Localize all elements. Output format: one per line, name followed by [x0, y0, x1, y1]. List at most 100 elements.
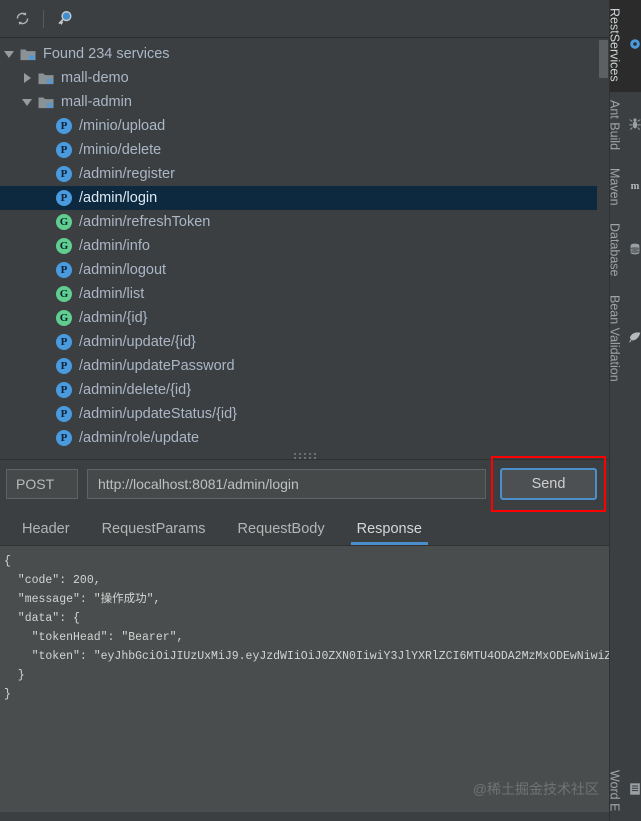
tab-response[interactable]: Response	[347, 521, 432, 545]
word-icon	[628, 781, 641, 797]
send-button-area: Send	[491, 456, 606, 512]
tool-tab-restservices[interactable]: RestServices	[608, 0, 641, 92]
method-post-icon: P	[56, 334, 72, 350]
tree-endpoint[interactable]: P/admin/logout	[0, 258, 609, 282]
tree-module-mall-admin-label: mall-admin	[61, 94, 132, 110]
search-icon[interactable]	[51, 6, 79, 32]
method-post-icon: P	[54, 428, 74, 448]
tool-tab-label: Ant Build	[607, 99, 622, 150]
tree-endpoint-label: /minio/upload	[79, 118, 166, 134]
request-bar: POST http://localhost:8081/admin/login S…	[0, 456, 609, 512]
method-get-icon: G	[54, 212, 74, 232]
tab-requestbody[interactable]: RequestBody	[228, 521, 335, 545]
tree-module-mall-admin[interactable]: mall-admin	[0, 90, 609, 114]
tree-endpoint[interactable]: P/admin/delete/{id}	[0, 378, 609, 402]
tree-endpoint[interactable]: P/admin/updatePassword	[0, 354, 609, 378]
watermark-text: @稀土掘金技术社区	[472, 781, 599, 797]
method-post-icon: P	[54, 380, 74, 400]
tree-endpoint[interactable]: P/admin/updateStatus/{id}	[0, 402, 609, 426]
tree-endpoint-label: /admin/{id}	[79, 310, 148, 326]
method-post-icon: P	[56, 190, 72, 206]
method-post-icon: P	[54, 260, 74, 280]
tree-endpoint[interactable]: P/admin/role/update	[0, 426, 609, 448]
tree-endpoint-label: /admin/list	[79, 286, 145, 302]
tool-tab-bean-validation[interactable]: Bean Validation	[607, 287, 641, 392]
url-input[interactable]: http://localhost:8081/admin/login	[87, 469, 486, 499]
tree-endpoint[interactable]: G/admin/refreshToken	[0, 210, 609, 234]
method-post-icon: P	[56, 358, 72, 374]
tree-endpoint-label: /admin/updatePassword	[79, 358, 235, 374]
response-panel: { "code": 200, "message": "操作成功", "data"…	[0, 546, 609, 821]
tree-endpoint-label: /admin/updateStatus/{id}	[79, 406, 238, 422]
tree-endpoint[interactable]: P/minio/upload	[0, 114, 609, 138]
method-get-icon: G	[56, 286, 72, 302]
tree-root-found-services[interactable]: Found 234 services	[0, 42, 609, 66]
tool-tab-database[interactable]: Database	[608, 215, 641, 287]
method-post-icon: P	[56, 430, 72, 446]
method-post-icon: P	[54, 332, 74, 352]
bean-validation-icon	[628, 329, 641, 345]
tree-endpoint-label: /admin/refreshToken	[79, 214, 211, 230]
tool-tab-word-e[interactable]: Word E	[608, 762, 641, 821]
services-tree[interactable]: Found 234 services mall-demo mall-admin P…	[0, 38, 609, 448]
tab-requestparams[interactable]: RequestParams	[92, 521, 216, 545]
response-bottom-bar	[0, 812, 609, 821]
tool-tab-label: Bean Validation	[607, 294, 622, 382]
send-button[interactable]: Send	[500, 468, 597, 500]
tree-module-mall-demo-label: mall-demo	[61, 70, 129, 86]
method-post-icon: P	[54, 188, 74, 208]
tree-endpoint[interactable]: G/admin/info	[0, 234, 609, 258]
tree-endpoint[interactable]: P/admin/login	[0, 186, 609, 210]
expand-collapse-icon[interactable]	[18, 90, 36, 114]
panel-splitter[interactable]	[0, 448, 609, 460]
tree-endpoint[interactable]: P/minio/delete	[0, 138, 609, 162]
toolbar-divider	[43, 9, 44, 28]
http-method-select[interactable]: POST	[6, 469, 78, 499]
expand-collapse-icon[interactable]	[0, 42, 18, 66]
tree-endpoint-label: /admin/register	[79, 166, 175, 182]
folder-module-icon	[36, 92, 56, 112]
tree-endpoint[interactable]: P/admin/register	[0, 162, 609, 186]
tree-endpoint[interactable]: G/admin/list	[0, 282, 609, 306]
expand-collapse-icon[interactable]	[18, 66, 36, 90]
tool-tab-maven[interactable]: m Maven	[608, 160, 641, 216]
tree-endpoint[interactable]: P/admin/update/{id}	[0, 330, 609, 354]
tree-module-mall-demo[interactable]: mall-demo	[0, 66, 609, 90]
tool-tab-ant-build[interactable]: Ant Build	[607, 92, 641, 160]
method-post-icon: P	[56, 262, 72, 278]
method-post-icon: P	[54, 404, 74, 424]
refresh-icon[interactable]	[8, 6, 36, 32]
tree-endpoint-label: /admin/delete/{id}	[79, 382, 192, 398]
folder-module-icon	[18, 44, 38, 64]
ant-icon	[628, 116, 641, 132]
method-post-icon: P	[56, 142, 72, 158]
tree-endpoint[interactable]: G/admin/{id}	[0, 306, 609, 330]
services-tree-container: Found 234 services mall-demo mall-admin P…	[0, 38, 609, 448]
method-get-icon: G	[56, 238, 72, 254]
tab-header[interactable]: Header	[12, 521, 80, 545]
